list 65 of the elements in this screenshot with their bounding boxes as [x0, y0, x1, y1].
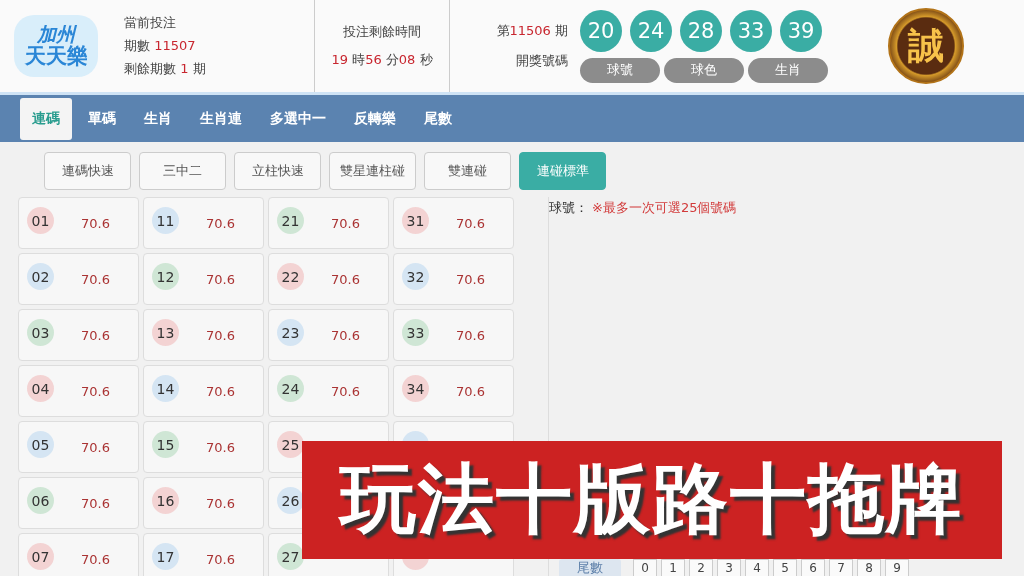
number-ball: 11 — [152, 207, 179, 234]
odds-text: 70.6 — [456, 272, 485, 287]
odds-text: 70.6 — [206, 440, 235, 455]
odds-text: 70.6 — [206, 496, 235, 511]
number-ball: 13 — [152, 319, 179, 346]
number-ball: 27 — [277, 543, 304, 570]
countdown-text: 19 時56 分08 秒 — [331, 51, 433, 69]
number-ball: 02 — [27, 263, 54, 290]
caption-overlay: 玩法十版路十拖牌 — [302, 441, 1002, 559]
number-ball: 24 — [277, 375, 304, 402]
number-ball: 33 — [402, 319, 429, 346]
number-ball: 01 — [27, 207, 54, 234]
odds-text: 70.6 — [81, 384, 110, 399]
number-ball: 06 — [27, 487, 54, 514]
number-ball: 07 — [27, 543, 54, 570]
number-ball: 34 — [402, 375, 429, 402]
coin-badge: 誠 — [888, 8, 964, 84]
odds-text: 70.6 — [206, 216, 235, 231]
number-ball: 26 — [277, 487, 304, 514]
tail-label: 尾數 — [559, 559, 621, 576]
current-bet-label: 當前投注 — [124, 14, 177, 32]
odds-text: 70.6 — [331, 216, 360, 231]
odds-text: 70.6 — [206, 552, 235, 567]
period-text: 期數 11507 — [124, 37, 197, 55]
odds-text: 70.6 — [81, 272, 110, 287]
result-ball: 39 — [780, 9, 822, 52]
result-ball: 24 — [630, 9, 672, 52]
number-ball: 32 — [402, 263, 429, 290]
odds-text: 70.6 — [331, 328, 360, 343]
odds-text: 70.6 — [81, 328, 110, 343]
number-ball: 05 — [27, 431, 54, 458]
odds-text: 70.6 — [81, 216, 110, 231]
number-ball: 23 — [277, 319, 304, 346]
number-ball: 15 — [152, 431, 179, 458]
number-ball: 25 — [277, 431, 304, 458]
odds-text: 70.6 — [456, 384, 485, 399]
odds-text: 70.6 — [331, 384, 360, 399]
number-ball: 16 — [152, 487, 179, 514]
odds-text: 70.6 — [331, 272, 360, 287]
odds-text: 70.6 — [81, 552, 110, 567]
countdown-title: 投注剩餘時間 — [343, 23, 421, 41]
odds-text: 70.6 — [81, 440, 110, 455]
number-ball: 14 — [152, 375, 179, 402]
number-ball: 17 — [152, 543, 179, 570]
number-ball: 04 — [27, 375, 54, 402]
odds-text: 70.6 — [456, 216, 485, 231]
result-ball: 33 — [730, 9, 772, 52]
odds-text: 70.6 — [456, 328, 485, 343]
number-ball: 21 — [277, 207, 304, 234]
odds-text: 70.6 — [206, 272, 235, 287]
number-ball: 22 — [277, 263, 304, 290]
odds-text: 70.6 — [81, 496, 110, 511]
number-ball: 12 — [152, 263, 179, 290]
result-ball: 28 — [680, 9, 722, 52]
odds-text: 70.6 — [206, 328, 235, 343]
ball-label: 球號： — [549, 199, 588, 217]
number-ball: 03 — [27, 319, 54, 346]
draw-label: 開獎號碼 — [516, 52, 568, 70]
result-ball: 20 — [580, 9, 622, 52]
odds-text: 70.6 — [206, 384, 235, 399]
limit-note: ※最多一次可選25個號碼 — [592, 199, 737, 217]
number-ball: 31 — [402, 207, 429, 234]
logo: 加州 天天樂 — [14, 15, 98, 77]
remaining-text: 剩餘期數 1 期 — [124, 60, 207, 78]
draw-period: 第11506 期 — [496, 22, 568, 40]
